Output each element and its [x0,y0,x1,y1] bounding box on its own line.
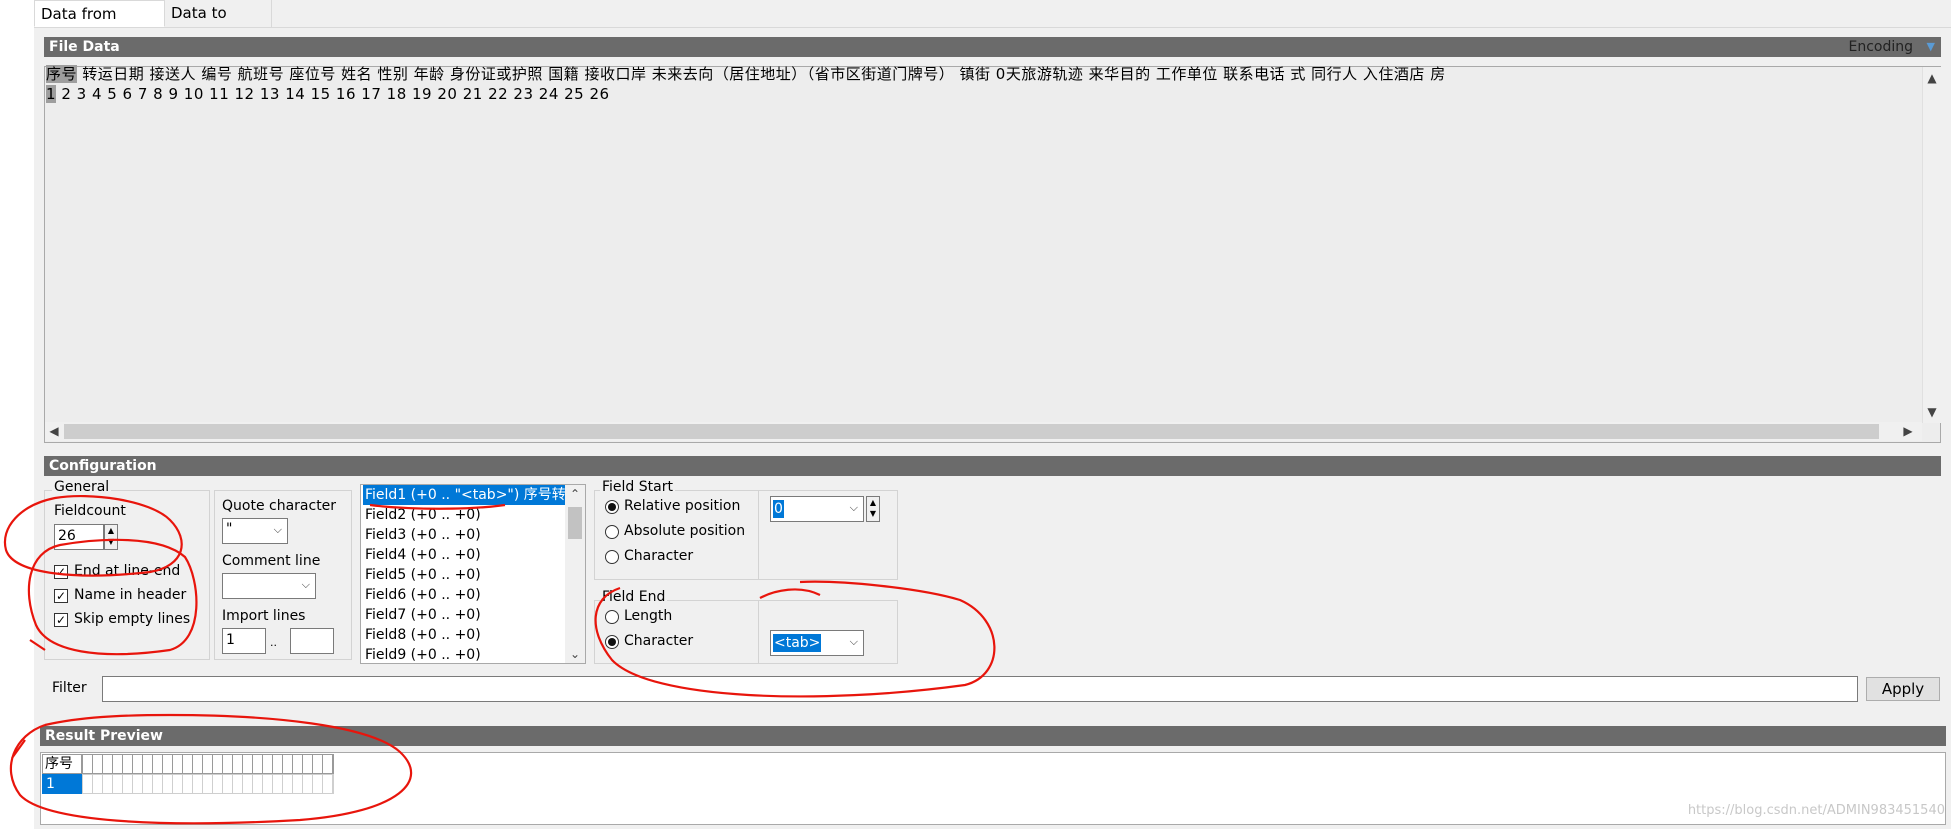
field-start-divider [758,490,759,580]
comment-line-label: Comment line [222,553,321,569]
absolute-position-label: Absolute position [624,523,746,539]
quote-character-value: " [226,521,233,537]
file-header-line: 序号 转运日期 接送人 编号 航班号 座位号 姓名 性别 年龄 身份证或护照 国… [46,63,1446,84]
text-cursor: 1 [46,85,57,103]
length-label: Length [624,608,673,624]
tab-data-from-textfile[interactable]: Data from Textfile [34,0,165,49]
fieldcount-input[interactable]: 26 [54,524,104,550]
field-end-value-select[interactable]: <tab> ⌵ [770,630,864,656]
scroll-up-icon[interactable]: ▲ [1923,71,1941,85]
chevron-down-icon: ⌵ [849,501,858,514]
configuration-title: Configuration [49,458,157,474]
field-list-item[interactable]: Field1 (+0 .. "<tab>") 序号转 [363,485,566,505]
import-lines-from-input[interactable]: 1 [222,628,266,654]
scroll-up-icon[interactable]: ⌃ [565,487,585,501]
quote-character-select[interactable]: " ⌵ [222,518,288,544]
configuration-header: Configuration [44,456,1941,476]
field-start-value-select[interactable]: 0 ⌵ [770,496,864,522]
encoding-dropdown-icon[interactable]: ▼ [1927,37,1935,57]
scroll-down-icon[interactable]: ⌄ [565,647,585,661]
tab-data-to-oracle[interactable]: Data to Oracle [165,0,272,48]
name-in-header-label: Name in header [74,587,187,603]
general-label: General [52,479,112,495]
field-list-item[interactable]: Field8 (+0 .. +0) [363,625,481,645]
fieldcount-label: Fieldcount [54,503,126,519]
result-preview-header: Result Preview [40,726,1946,746]
chevron-down-icon: ⌵ [849,635,858,648]
start-character-label: Character [624,548,694,564]
absolute-position-radio[interactable] [605,525,619,539]
end-at-line-end-checkbox[interactable]: ✓ [54,565,68,579]
name-in-header-checkbox[interactable]: ✓ [54,589,68,603]
scroll-right-icon[interactable]: ▶ [1902,424,1914,438]
file-data-line: 1 2 3 4 5 6 7 8 9 10 11 12 13 14 15 16 1… [46,85,610,103]
relative-position-radio[interactable] [605,500,619,514]
relative-position-label: Relative position [624,498,741,514]
file-data-vertical-scrollbar[interactable]: ▲ ▼ [1922,67,1941,423]
field-end-divider [758,600,759,664]
chevron-down-icon: ⌵ [301,578,310,591]
file-data-title: File Data [49,39,120,55]
scroll-down-icon[interactable]: ▼ [1923,405,1941,419]
field-start-value: 0 [773,500,784,518]
data-line-text: 2 3 4 5 6 7 8 9 10 11 12 13 14 15 16 17 … [56,85,610,103]
end-character-label: Character [624,633,694,649]
horizontal-scroll-thumb[interactable] [64,424,1879,439]
field-list-item[interactable]: Field4 (+0 .. +0) [363,545,481,565]
end-character-radio[interactable] [605,635,619,649]
result-cell-selected[interactable]: 1 [42,774,82,794]
field-list-item[interactable]: Field3 (+0 .. +0) [363,525,481,545]
field-start-label: Field Start [600,479,675,495]
import-lines-label: Import lines [222,608,306,624]
header-line-text: 转运日期 接送人 编号 航班号 座位号 姓名 性别 年龄 身份证或护照 国籍 接… [77,65,1446,83]
scroll-left-icon[interactable]: ◀ [48,424,60,438]
comment-line-select[interactable]: ⌵ [222,573,316,599]
import-lines-separator: .. [270,636,277,649]
filter-input[interactable] [102,676,1858,702]
chevron-down-icon: ⌵ [273,523,282,536]
file-data-view[interactable] [44,66,1941,443]
skip-empty-lines-label: Skip empty lines [74,611,191,627]
header-selection: 序号 [46,65,78,83]
field-end-label: Field End [600,589,668,605]
length-radio[interactable] [605,610,619,624]
result-extra-column-headers [82,754,334,774]
field-list[interactable]: Field1 (+0 .. "<tab>") 序号转 Field2 (+0 ..… [360,484,586,664]
field-list-scrollbar[interactable]: ⌃ ⌄ [565,485,585,663]
field-list-item[interactable]: Field6 (+0 .. +0) [363,585,481,605]
field-list-item[interactable]: Field7 (+0 .. +0) [363,605,481,625]
apply-button[interactable]: Apply [1866,677,1940,701]
fieldcount-spinner[interactable]: ▲ ▼ [104,524,118,550]
field-list-scroll-thumb[interactable] [568,507,582,539]
filter-label: Filter [52,680,87,696]
watermark-text: https://blog.csdn.net/ADMIN983451540 [1687,803,1945,818]
skip-empty-lines-checkbox[interactable]: ✓ [54,613,68,627]
encoding-label[interactable]: Encoding [1848,37,1913,57]
result-preview-title: Result Preview [45,728,163,744]
import-lines-to-input[interactable] [290,628,334,654]
quote-character-label: Quote character [222,498,337,514]
result-column-header[interactable]: 序号 [42,754,82,774]
field-list-item[interactable]: Field5 (+0 .. +0) [363,565,481,585]
tab-bar: Data from Textfile Data to Oracle [34,0,1951,49]
end-at-line-end-label: End at line-end [74,563,181,579]
field-end-value: <tab> [773,634,822,652]
result-row-cells [82,774,334,794]
left-gutter [0,0,35,829]
field-list-item[interactable]: Field2 (+0 .. +0) [363,505,481,525]
start-character-radio[interactable] [605,550,619,564]
field-list-item[interactable]: Field9 (+0 .. +0) [363,645,481,663]
file-data-header: File Data Encoding ▼ [44,37,1941,57]
field-start-spinner[interactable]: ▲ ▼ [866,496,880,522]
